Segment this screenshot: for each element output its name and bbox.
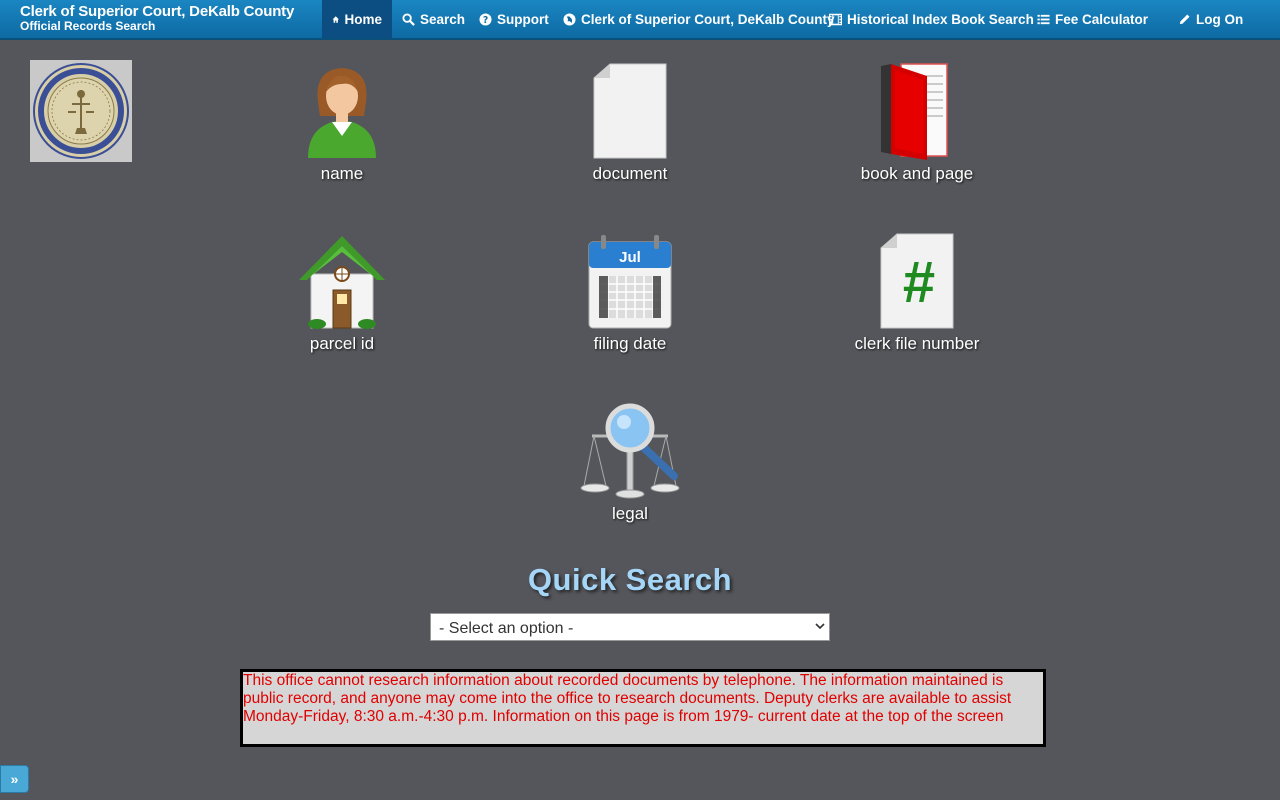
search-by-document-tile[interactable]: document — [530, 62, 730, 184]
nav-fee-calculator[interactable]: Fee Calculator — [1037, 0, 1148, 38]
hash-symbol-text: # — [903, 250, 935, 315]
person-icon — [308, 68, 376, 158]
pencil-icon — [1179, 13, 1190, 24]
search-icon — [402, 12, 415, 26]
office-notice-box: This office cannot research information … — [240, 669, 1046, 747]
nav-support-label: Support — [497, 11, 549, 27]
globe-icon — [563, 12, 576, 26]
house-icon — [299, 236, 385, 329]
nav-historical-label: Historical Index Book Search — [847, 11, 1034, 27]
hash-document-icon: # — [880, 233, 954, 329]
search-by-filing-date-tile[interactable]: Jul filing date — [530, 232, 730, 354]
home-icon — [332, 15, 339, 23]
seal-icon — [33, 63, 129, 159]
calendar-month-text: Jul — [619, 249, 641, 266]
nav-support[interactable]: ? Support — [479, 0, 549, 38]
tile-label-book: book and page — [860, 164, 974, 183]
svg-text:?: ? — [483, 15, 488, 26]
film-icon — [829, 13, 842, 25]
brand[interactable]: Clerk of Superior Court, DeKalb County O… — [20, 3, 295, 33]
nav-log-on[interactable]: Log On — [1178, 0, 1243, 38]
brand-title: Clerk of Superior Court, DeKalb County — [20, 3, 295, 20]
chevron-down-icon — [815, 623, 825, 630]
quick-search-title: Quick Search — [527, 562, 733, 597]
county-seal-logo — [30, 60, 132, 162]
tile-label-document: document — [592, 164, 668, 183]
tile-label-filing-date: filing date — [593, 334, 667, 353]
question-circle-icon: ? — [479, 12, 492, 26]
tile-label-clerk-file: clerk file number — [854, 334, 980, 353]
nav-clerk-label: Clerk of Superior Court, DeKalb County — [581, 11, 835, 27]
nav-search-label: Search — [420, 11, 466, 27]
nav-historical[interactable]: Historical Index Book Search — [829, 0, 1034, 38]
document-icon — [593, 63, 667, 159]
search-by-clerk-file-number-tile[interactable]: # clerk file number — [817, 232, 1017, 354]
nav-home-label: Home — [344, 11, 382, 27]
top-navbar: Clerk of Superior Court, DeKalb County O… — [0, 0, 1280, 40]
search-by-legal-tile[interactable]: legal — [530, 402, 730, 524]
scales-magnifier-icon — [580, 403, 680, 499]
quick-search-select[interactable]: - Select an option - — [430, 613, 830, 641]
tile-label-legal: legal — [612, 504, 648, 523]
sidebar-expand-button[interactable]: » — [0, 765, 29, 793]
search-by-book-and-page-tile[interactable]: book and page — [817, 62, 1017, 184]
nav-home[interactable]: Home — [322, 0, 392, 38]
book-icon — [881, 63, 948, 160]
calendar-icon: Jul — [588, 235, 672, 329]
nav-clerk[interactable]: Clerk of Superior Court, DeKalb County — [563, 0, 835, 38]
search-by-parcel-id-tile[interactable]: parcel id — [242, 232, 442, 354]
tile-label-parcel: parcel id — [309, 334, 375, 353]
nav-logon-label: Log On — [1196, 11, 1244, 27]
office-notice-text: This office cannot research information … — [243, 672, 1012, 725]
tile-label-name: name — [320, 164, 364, 183]
quick-search-selected-value: - Select an option - — [439, 620, 574, 637]
search-by-name-tile[interactable]: name — [242, 62, 442, 184]
brand-subtitle: Official Records Search — [20, 19, 156, 33]
nav-fee-label: Fee Calculator — [1055, 11, 1149, 27]
nav-search[interactable]: Search — [402, 0, 465, 38]
list-icon — [1037, 14, 1050, 24]
